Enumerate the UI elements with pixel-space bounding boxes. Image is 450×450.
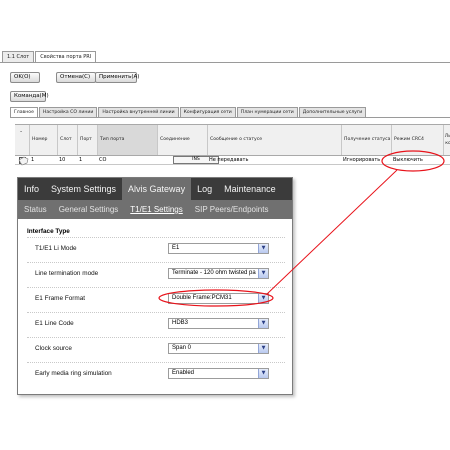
cell-port-type: CO <box>99 157 107 163</box>
submenu-sip-peers[interactable]: SIP Peers/Endpoints <box>189 200 275 219</box>
cancel-button[interactable]: Отмена(C) <box>56 72 96 83</box>
header-number: Номер <box>29 125 57 155</box>
header-status-message: Сообщение о статусе <box>207 125 327 155</box>
header-slot: Слот <box>57 125 77 155</box>
chevron-down-icon[interactable]: ▼ <box>258 369 268 378</box>
cell-slot: 10 <box>59 157 66 163</box>
port-grid: - Номер Слот Порт Тип порта Соединение С… <box>15 124 450 165</box>
field-label: T1/E1 Li Mode <box>35 245 77 252</box>
cell-number: 1 <box>31 157 35 163</box>
gateway-settings-panel: Info System Settings Alvis Gateway Log M… <box>17 177 293 395</box>
header-cut-1: Ли <box>444 134 450 139</box>
line-code-select[interactable]: HDB3 ▼ <box>168 318 269 329</box>
main-menu: Info System Settings Alvis Gateway Log M… <box>18 178 292 200</box>
cell-crc4-mode: Выключить <box>393 157 423 163</box>
select-value: E1 <box>172 245 180 251</box>
early-media-select[interactable]: Enabled ▼ <box>168 368 269 379</box>
clock-source-select[interactable]: Span 0 ▼ <box>168 343 269 354</box>
menu-log[interactable]: Log <box>191 178 218 200</box>
header-dash: - <box>20 128 23 135</box>
select-value: Span 0 <box>172 345 192 351</box>
field-label: Line termination mode <box>35 270 99 277</box>
grid-header: - Номер Слот Порт Тип порта Соединение С… <box>15 124 450 156</box>
divider <box>10 117 450 118</box>
line-termination-select[interactable]: Terminate - 120 ohm twisted pai ▼ <box>168 268 269 279</box>
field-row-early-media: Early media ring simulation Enabled ▼ <box>27 362 285 385</box>
sub-menu: Status General Settings T1/E1 Settings S… <box>18 200 292 219</box>
field-label: E1 Frame Format <box>35 295 86 302</box>
row-checkbox[interactable] <box>19 157 26 164</box>
field-row-clock-source: Clock source Span 0 ▼ <box>27 337 285 360</box>
menu-maintenance[interactable]: Maintenance <box>218 178 282 200</box>
submenu-t1e1-settings[interactable]: T1/E1 Settings <box>124 200 188 219</box>
select-value: Terminate - 120 ohm twisted pai <box>172 270 256 276</box>
menu-system-settings[interactable]: System Settings <box>45 178 122 200</box>
menu-alvis-gateway[interactable]: Alvis Gateway <box>122 178 192 200</box>
section-title: Interface Type <box>27 228 70 235</box>
header-cut: Ли ко <box>443 125 450 155</box>
divider <box>0 62 450 63</box>
header-port: Порт <box>77 125 97 155</box>
header-cut-2: ко <box>445 141 450 146</box>
apply-button[interactable]: Применить(A) <box>95 72 139 83</box>
submenu-status[interactable]: Status <box>18 200 53 219</box>
field-label: Clock source <box>35 345 72 352</box>
select-value: Enabled <box>172 370 195 376</box>
header-crc4-mode: Режим CRC4 <box>391 125 443 155</box>
chevron-down-icon[interactable]: ▼ <box>258 269 268 278</box>
field-row-line-code: E1 Line Code HDB3 ▼ <box>27 312 285 335</box>
chevron-down-icon[interactable]: ▼ <box>258 344 268 353</box>
chevron-down-icon[interactable]: ▼ <box>258 244 268 253</box>
chevron-down-icon[interactable]: ▼ <box>258 319 268 328</box>
chevron-down-icon[interactable]: ▼ <box>258 294 268 303</box>
select-value: Double Frame:PCM31 <box>172 295 232 301</box>
header-connection: Соединение <box>157 125 207 155</box>
select-value: HDB3 <box>172 320 189 326</box>
frame-format-select[interactable]: Double Frame:PCM31 ▼ <box>168 293 269 304</box>
command-button[interactable]: Команда(M) <box>10 91 49 102</box>
cell-port: 1 <box>79 157 83 163</box>
cell-status-message: Не передавать <box>209 157 249 163</box>
menu-info[interactable]: Info <box>18 178 45 200</box>
field-row-li-mode: T1/E1 Li Mode E1 ▼ <box>27 237 285 260</box>
cell-receive-status: Игнорировать <box>343 157 381 163</box>
field-label: E1 Line Code <box>35 320 74 327</box>
field-row-line-termination: Line termination mode Terminate - 120 oh… <box>27 262 285 285</box>
field-row-frame-format: E1 Frame Format Double Frame:PCM31 ▼ <box>27 287 285 310</box>
header-receive-status: Получение статуса <box>341 125 391 155</box>
li-mode-select[interactable]: E1 ▼ <box>168 243 269 254</box>
submenu-general-settings[interactable]: General Settings <box>53 200 125 219</box>
table-row[interactable]: 1 10 1 CO INS Не передавать Игнорировать… <box>15 156 450 165</box>
field-label: Early media ring simulation <box>35 370 112 377</box>
ok-button[interactable]: OK(O) <box>10 72 40 83</box>
header-port-type: Тип порта <box>97 125 157 155</box>
